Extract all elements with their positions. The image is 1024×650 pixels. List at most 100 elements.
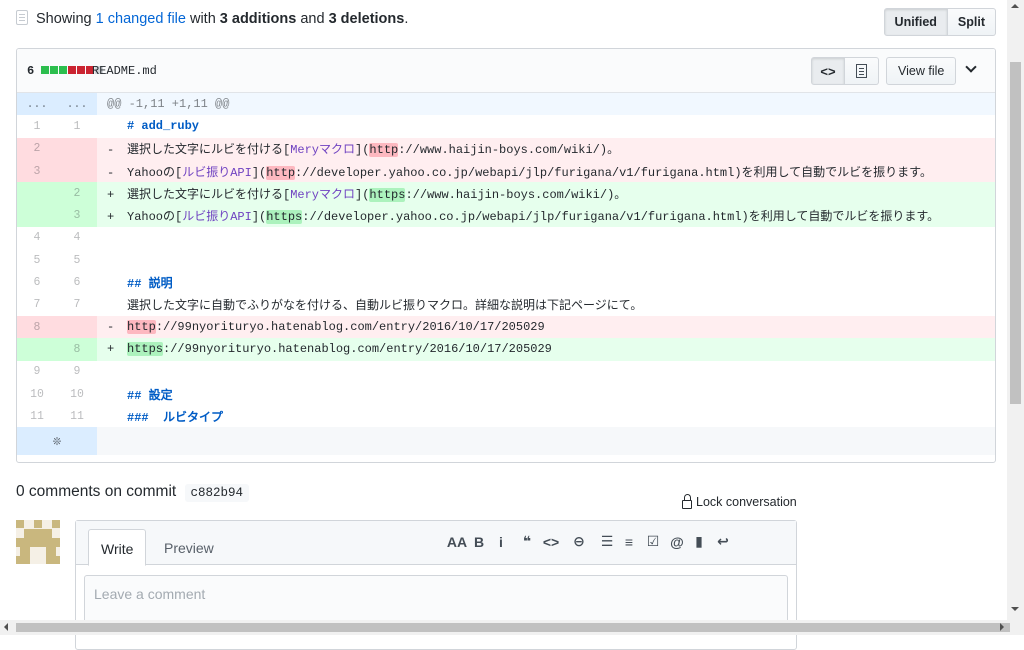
line-number-right[interactable] [57,137,97,160]
code-icon[interactable]: <> [540,534,562,550]
text-size-icon[interactable]: AA [444,534,470,550]
mention-icon[interactable]: @ [666,534,688,550]
additions-count: 3 additions [219,11,297,27]
vertical-scrollbar[interactable] [1007,0,1024,620]
line-number-right[interactable]: 9 [57,361,97,383]
code-token: ]( [251,165,267,180]
summary-with: with [185,11,220,27]
line-number-right[interactable]: 10 [57,383,97,405]
file-header: 6 README.md <> View file [17,49,995,93]
line-number-right[interactable]: 11 [57,405,97,427]
line-number-left[interactable]: 7 [17,294,57,316]
code-token: ://99nyorituryo.hatenablog.com/entry/201… [163,342,552,357]
diff-marker [107,365,127,379]
context-line: 55 [17,249,995,271]
line-number-right[interactable]: 1 [57,115,97,137]
bookmark-icon[interactable]: ▮ [688,533,710,550]
link-icon[interactable]: ⊖ [562,533,596,550]
hunk-expand-left[interactable]: ... [17,93,57,116]
code-token: http [369,143,399,158]
vertical-scroll-thumb[interactable] [1010,62,1021,404]
line-number-right[interactable] [57,315,97,339]
code-token: ://99nyorituryo.hatenablog.com/entry/201… [155,320,545,335]
ordered-list-icon[interactable]: ≡ [618,534,640,550]
line-number-left[interactable]: 11 [17,405,57,427]
code-token: ]( [355,187,370,202]
code-token: 選択した文字にルビを付ける[ [127,187,291,202]
line-number-right[interactable]: 3 [57,204,97,227]
chevron-down-icon[interactable] [965,61,977,73]
line-number-right[interactable]: 6 [57,271,97,293]
line-number-left[interactable]: 10 [17,383,57,405]
code-icon: <> [820,63,836,79]
code-token: ## 説明 [127,277,173,292]
scroll-right-icon[interactable] [1000,623,1008,631]
line-number-left[interactable] [17,182,57,205]
scroll-left-icon[interactable] [0,623,8,631]
line-number-right[interactable]: 7 [57,294,97,316]
rich-view-button[interactable] [845,57,879,85]
line-number-left[interactable] [17,338,57,361]
line-number-right[interactable]: 4 [57,227,97,249]
comment-tabs: Write Preview AA Bi ❝ <> ⊖ ☰ ≡ ☑ @ ▮ ↩ [76,521,796,566]
scroll-up-icon[interactable] [1011,0,1019,8]
code-token: https [266,210,303,225]
unfold-icon[interactable]: ❊ [17,427,97,456]
line-number-right[interactable]: 2 [57,182,97,205]
diffstat-block [50,66,58,74]
lock-icon [682,493,692,509]
file-text-icon [856,64,867,78]
line-number-left[interactable]: 3 [17,159,57,183]
line-number-left[interactable] [17,204,57,227]
file-path[interactable]: README.md [92,64,157,78]
code-token: Meryマクロ [290,143,356,158]
changed-files-link[interactable]: 1 changed file [96,11,186,27]
code-view-button[interactable]: <> [811,57,845,85]
code-line: ## 説明 [97,271,995,293]
expand-filler [97,427,995,456]
diff-marker [107,389,127,403]
line-number-left[interactable]: 4 [17,227,57,249]
reply-icon[interactable]: ↩ [710,533,736,550]
lock-conversation-button[interactable]: Lock conversation [682,493,797,509]
line-number-right[interactable]: 5 [57,249,97,271]
unified-button[interactable]: Unified [883,8,948,36]
code-token: ]( [355,143,370,158]
line-number-left[interactable]: 5 [17,249,57,271]
quote-icon[interactable]: ❝ [514,533,540,550]
unordered-list-icon[interactable]: ☰ [596,533,618,550]
hunk-header-row: ... ... @@ -1,11 +1,11 @@ [17,93,995,116]
avatar[interactable] [16,520,60,564]
tab-preview[interactable]: Preview [152,529,226,566]
code-token: Yahooの[ [127,210,183,225]
line-number-left[interactable]: 8 [17,315,57,339]
added-line: 3 + Yahooの[ルビ振りAPI](https://developer.yaho… [17,204,995,227]
code-line: + https://99nyorituryo.hatenablog.com/ent… [97,338,995,361]
line-number-left[interactable]: 1 [17,115,57,137]
code-token: ### ルビタイプ [127,410,224,425]
context-line: 99 [17,361,995,383]
line-number-left[interactable]: 2 [17,137,57,160]
code-line: - Yahooの[ルビ振りAPI](http://developer.yahoo.… [97,159,995,183]
diff-marker: - [107,165,115,180]
hunk-expand-right[interactable]: ... [57,93,97,116]
code-line: + Yahooの[ルビ振りAPI](https://developer.yahoo… [97,204,995,227]
comments-heading: 0 comments on commit c882b94 [16,483,250,502]
tab-write[interactable]: Write [88,529,147,566]
code-token: ]( [251,210,267,225]
view-file-button[interactable]: View file [886,57,957,85]
bold-icon[interactable]: B [470,534,488,550]
diff-table: ... ... @@ -1,11 +1,11 @@ 11 # add_ruby 2… [17,93,995,456]
line-number-right[interactable] [57,159,97,183]
line-number-left[interactable]: 9 [17,361,57,383]
task-list-icon[interactable]: ☑ [640,533,666,550]
line-number-left[interactable]: 6 [17,271,57,293]
horizontal-scroll-thumb[interactable] [16,623,1010,632]
line-number-right[interactable]: 8 [57,338,97,361]
scroll-down-icon[interactable] [1011,607,1019,615]
diffstat-block [41,66,49,74]
summary-prefix: Showing [36,11,96,27]
italic-icon[interactable]: i [488,534,514,550]
split-button[interactable]: Split [947,8,996,36]
horizontal-scrollbar[interactable] [0,620,1024,635]
